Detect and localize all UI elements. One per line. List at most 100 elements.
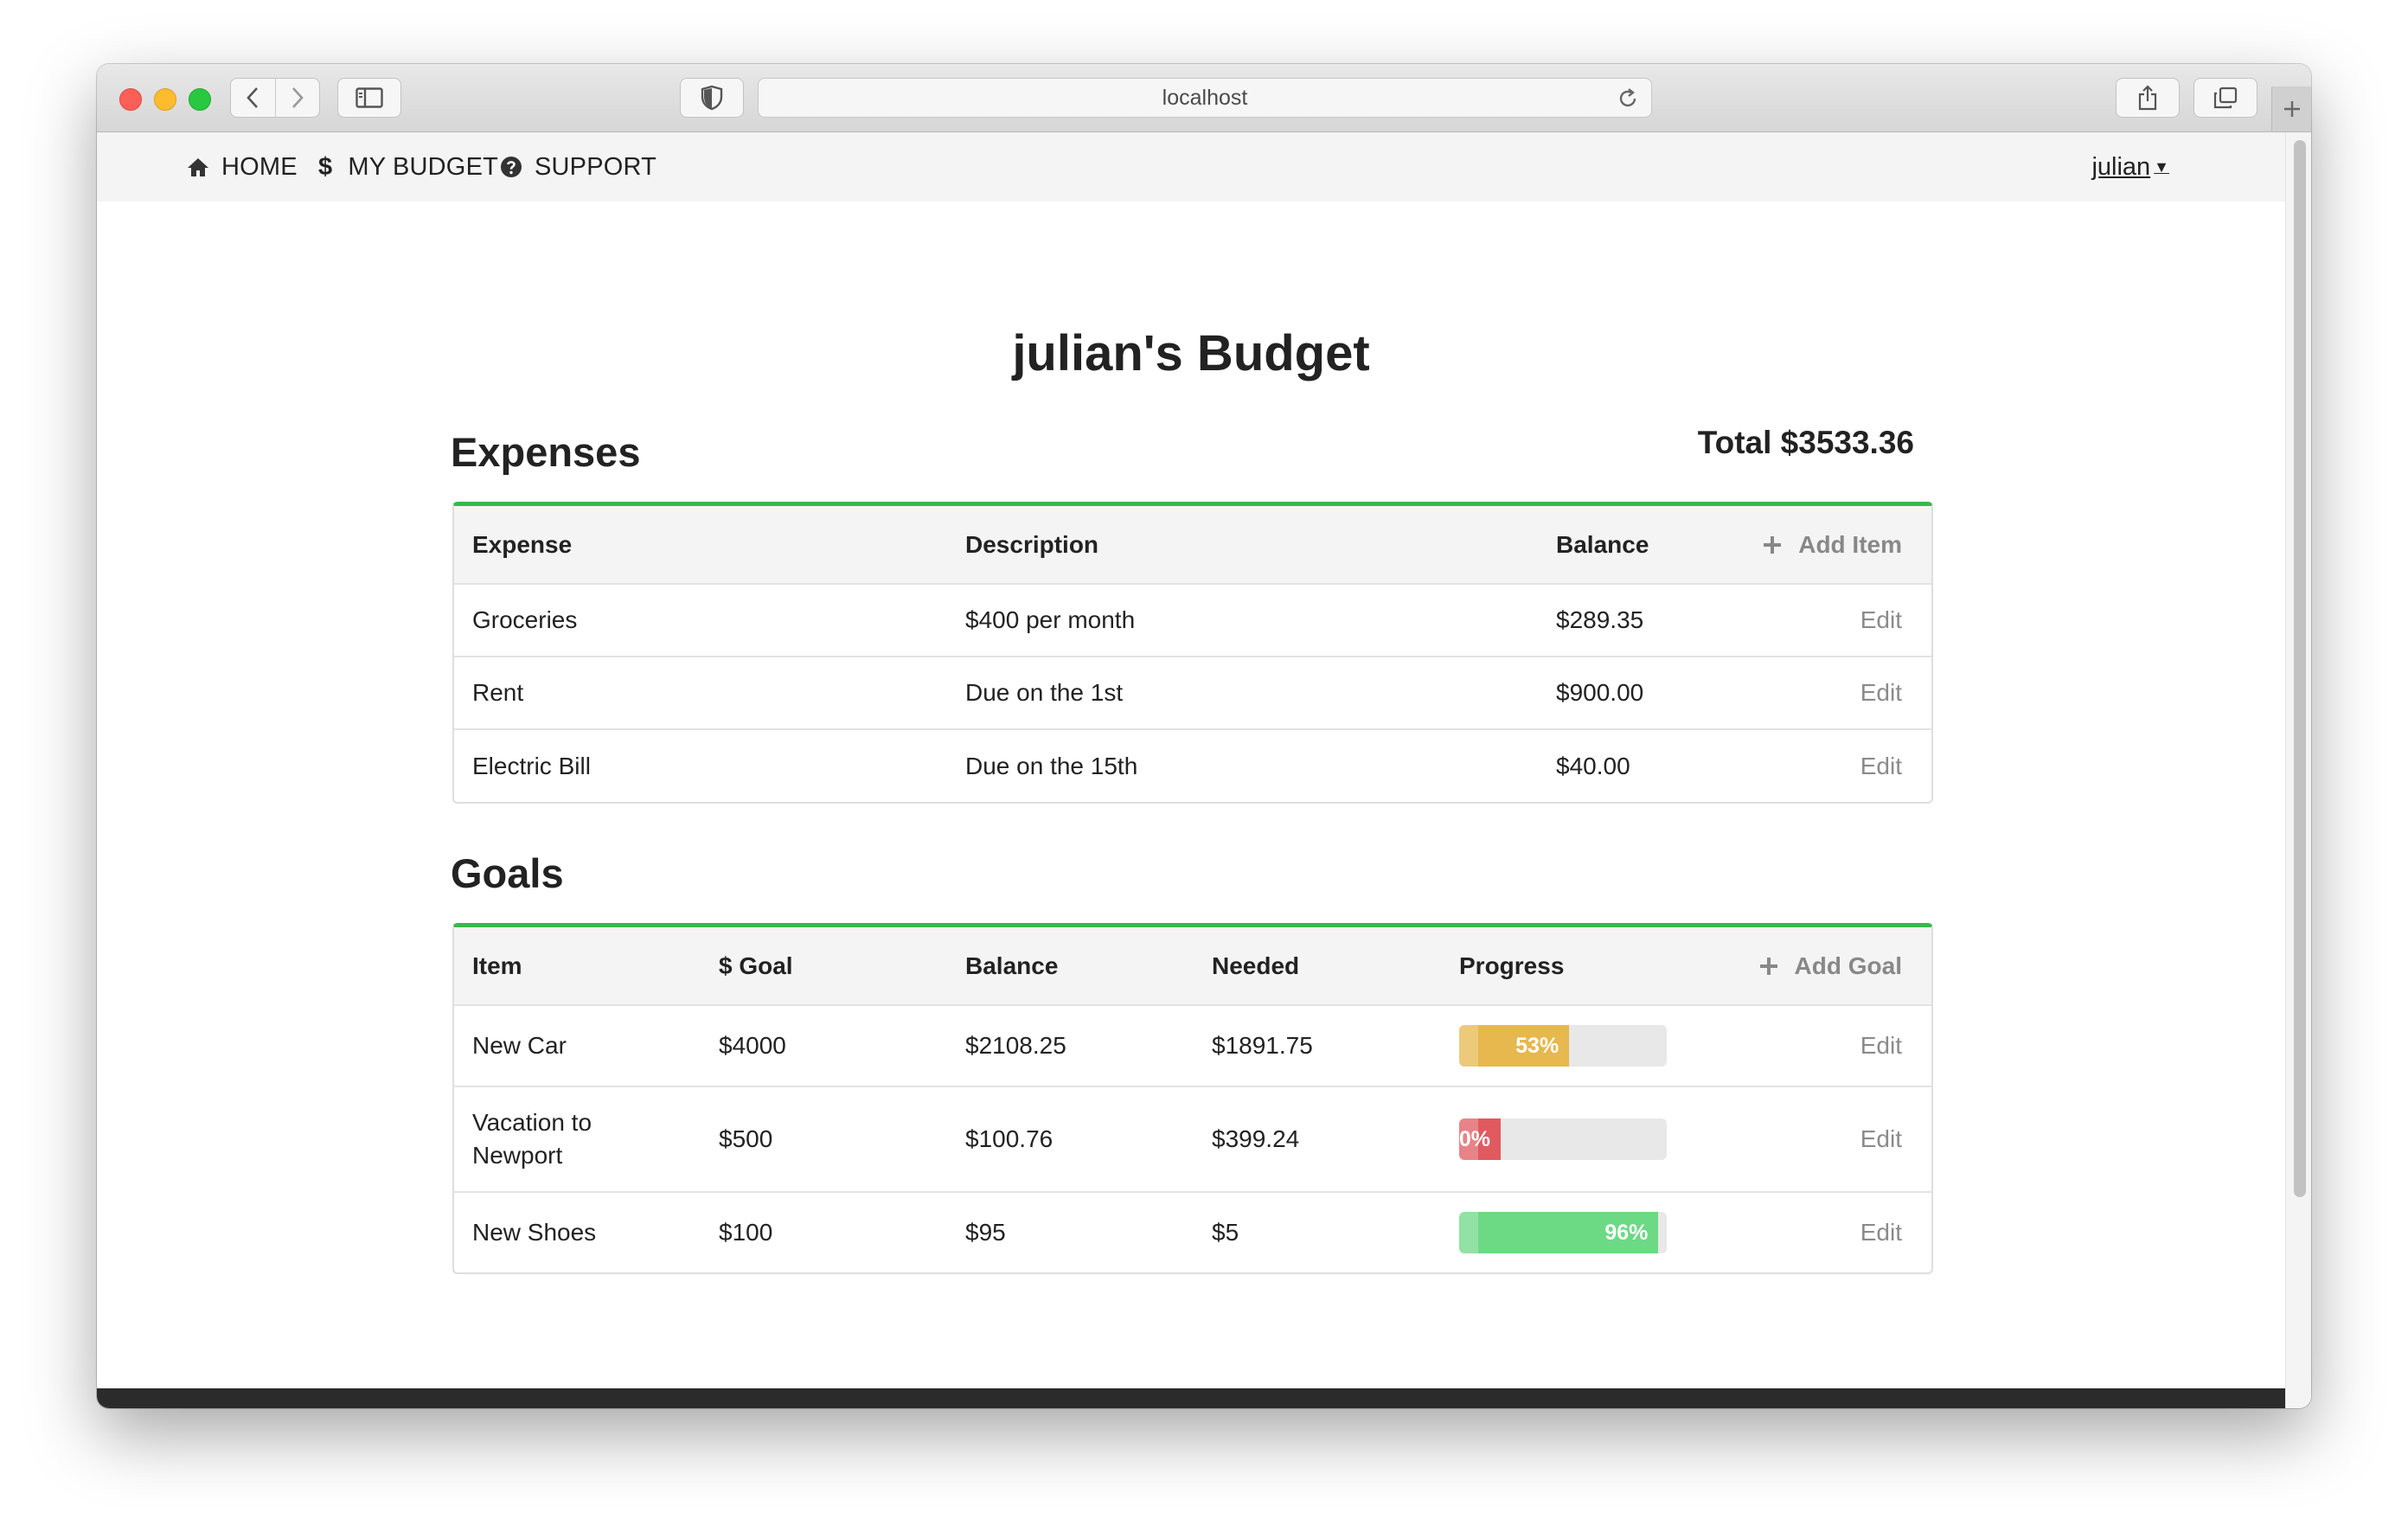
goal-balance: $95 xyxy=(965,1219,1006,1246)
table-row: Electric Bill Due on the 15th $40.00 Edi… xyxy=(454,730,1931,802)
back-button[interactable] xyxy=(231,79,275,117)
column-header-goal: $ Goal xyxy=(719,952,793,979)
column-header-needed: Needed xyxy=(1212,952,1300,979)
share-icon xyxy=(2138,85,2157,111)
nav-budget-label: MY BUDGET xyxy=(348,152,499,181)
minimize-window-button[interactable] xyxy=(154,88,176,111)
table-row: New Car $4000 $2108.25 $1891.75 53% Edit xyxy=(454,1006,1931,1087)
dollar-icon: $ xyxy=(318,152,333,181)
expense-balance: $900.00 xyxy=(1556,679,1644,706)
progress-label: 96% xyxy=(1604,1220,1649,1245)
table-row: Rent Due on the 1st $900.00 Edit xyxy=(454,657,1931,730)
progress-fill: 53% xyxy=(1459,1025,1570,1067)
goal-progress-bar: 20% xyxy=(1459,1118,1667,1160)
page-title: julian's Budget xyxy=(1012,325,1370,381)
plus-icon xyxy=(1759,957,1777,975)
tabs-icon xyxy=(2213,87,2238,109)
goal-balance: $100.76 xyxy=(965,1125,1054,1152)
history-navigation xyxy=(230,78,320,118)
progress-label: 53% xyxy=(1515,1033,1559,1058)
scrollbar-thumb[interactable] xyxy=(2294,140,2306,1197)
add-item-button[interactable]: Add Item xyxy=(1762,506,1902,583)
home-icon xyxy=(188,158,208,176)
forward-button[interactable] xyxy=(274,79,320,117)
share-button[interactable] xyxy=(2116,78,2180,118)
expenses-table: Expense Description Balance Add Item Gro… xyxy=(452,502,1933,804)
new-tab-button[interactable] xyxy=(2271,87,2311,131)
address-bar[interactable]: localhost xyxy=(758,78,1652,118)
goal-amount: $100 xyxy=(719,1219,773,1246)
edit-button[interactable]: Edit xyxy=(1860,730,1902,802)
column-header-description: Description xyxy=(965,530,1099,558)
expense-description: Due on the 15th xyxy=(965,752,1138,779)
caret-down-icon: ▼ xyxy=(2154,157,2169,176)
goal-progress-bar: 96% xyxy=(1459,1212,1667,1253)
expenses-heading: Expenses xyxy=(451,429,641,475)
progress-stripe xyxy=(1459,1118,1478,1160)
url-text: localhost xyxy=(1162,86,1248,110)
edit-button[interactable]: Edit xyxy=(1860,585,1902,656)
goal-needed: $1891.75 xyxy=(1212,1032,1313,1059)
username-label: julian xyxy=(2091,152,2151,181)
zoom-window-button[interactable] xyxy=(189,88,211,111)
column-header-progress: Progress xyxy=(1459,952,1565,979)
browser-toolbar: localhost xyxy=(97,64,2311,132)
user-menu-dropdown[interactable]: julian ▼ xyxy=(2091,132,2169,202)
top-navbar: HOME $ MY BUDGET SUPPORT julian ▼ xyxy=(97,132,2285,202)
nav-support-label: SUPPORT xyxy=(535,152,657,181)
progress-stripe xyxy=(1459,1025,1478,1067)
goal-item: New Car xyxy=(472,1032,567,1059)
expense-description: Due on the 1st xyxy=(965,679,1124,706)
expense-name: Electric Bill xyxy=(472,752,591,779)
goal-progress-bar: 53% xyxy=(1459,1025,1667,1067)
shield-icon xyxy=(701,85,723,111)
edit-button[interactable]: Edit xyxy=(1860,1193,1902,1272)
table-row: Vacation to Newport $500 $100.76 $399.24… xyxy=(454,1087,1931,1193)
expenses-total: Total $3533.36 xyxy=(1697,425,1914,460)
chevron-left-icon xyxy=(247,87,259,108)
expenses-header-row: Expense Description Balance Add Item xyxy=(454,506,1931,585)
reload-button[interactable] xyxy=(1617,87,1639,114)
column-header-expense: Expense xyxy=(472,530,573,558)
table-row: Groceries $400 per month $289.35 Edit xyxy=(454,585,1931,657)
question-circle-icon xyxy=(501,157,522,177)
edit-button[interactable]: Edit xyxy=(1860,1006,1902,1086)
reload-icon xyxy=(1619,88,1636,107)
add-item-label: Add Item xyxy=(1798,530,1902,558)
expense-balance: $289.35 xyxy=(1556,606,1644,633)
plus-icon xyxy=(2284,101,2300,117)
add-goal-label: Add Goal xyxy=(1794,952,1902,979)
expense-balance: $40.00 xyxy=(1556,752,1630,779)
goal-needed: $399.24 xyxy=(1212,1125,1300,1152)
expense-description: $400 per month xyxy=(965,606,1136,633)
nav-budget-link[interactable]: $ MY BUDGET xyxy=(318,132,498,202)
expense-name: Groceries xyxy=(472,606,578,633)
column-header-balance: Balance xyxy=(965,952,1059,979)
tabs-overview-button[interactable] xyxy=(2193,78,2258,118)
browser-window: localhost HOME $ MY BUDGET SUPPORT julia… xyxy=(97,64,2311,1408)
nav-home-label: HOME xyxy=(221,152,298,181)
goal-item: New Shoes xyxy=(472,1219,597,1246)
table-row: New Shoes $100 $95 $5 96% Edit xyxy=(454,1193,1931,1272)
edit-button[interactable]: Edit xyxy=(1860,1087,1902,1191)
nav-support-link[interactable]: SUPPORT xyxy=(500,132,656,202)
nav-home-link[interactable]: HOME xyxy=(187,132,298,202)
goal-amount: $500 xyxy=(719,1125,773,1152)
plus-icon xyxy=(1764,535,1782,554)
goals-heading: Goals xyxy=(451,850,564,896)
privacy-shield-button[interactable] xyxy=(680,78,744,118)
column-header-item: Item xyxy=(472,952,522,979)
expense-name: Rent xyxy=(472,679,524,706)
add-goal-button[interactable]: Add Goal xyxy=(1758,927,1902,1004)
progress-stripe xyxy=(1459,1212,1478,1253)
goal-needed: $5 xyxy=(1212,1219,1239,1246)
sidebar-toggle-button[interactable] xyxy=(337,78,401,118)
progress-fill: 20% xyxy=(1459,1118,1501,1160)
goal-amount: $4000 xyxy=(719,1032,786,1059)
goal-balance: $2108.25 xyxy=(965,1032,1066,1059)
close-window-button[interactable] xyxy=(119,88,142,111)
goal-item: Vacation to Newport xyxy=(472,1109,592,1169)
edit-button[interactable]: Edit xyxy=(1860,657,1902,728)
goals-header-row: Item $ Goal Balance Needed Progress Add … xyxy=(454,927,1931,1006)
column-header-balance: Balance xyxy=(1556,530,1649,558)
